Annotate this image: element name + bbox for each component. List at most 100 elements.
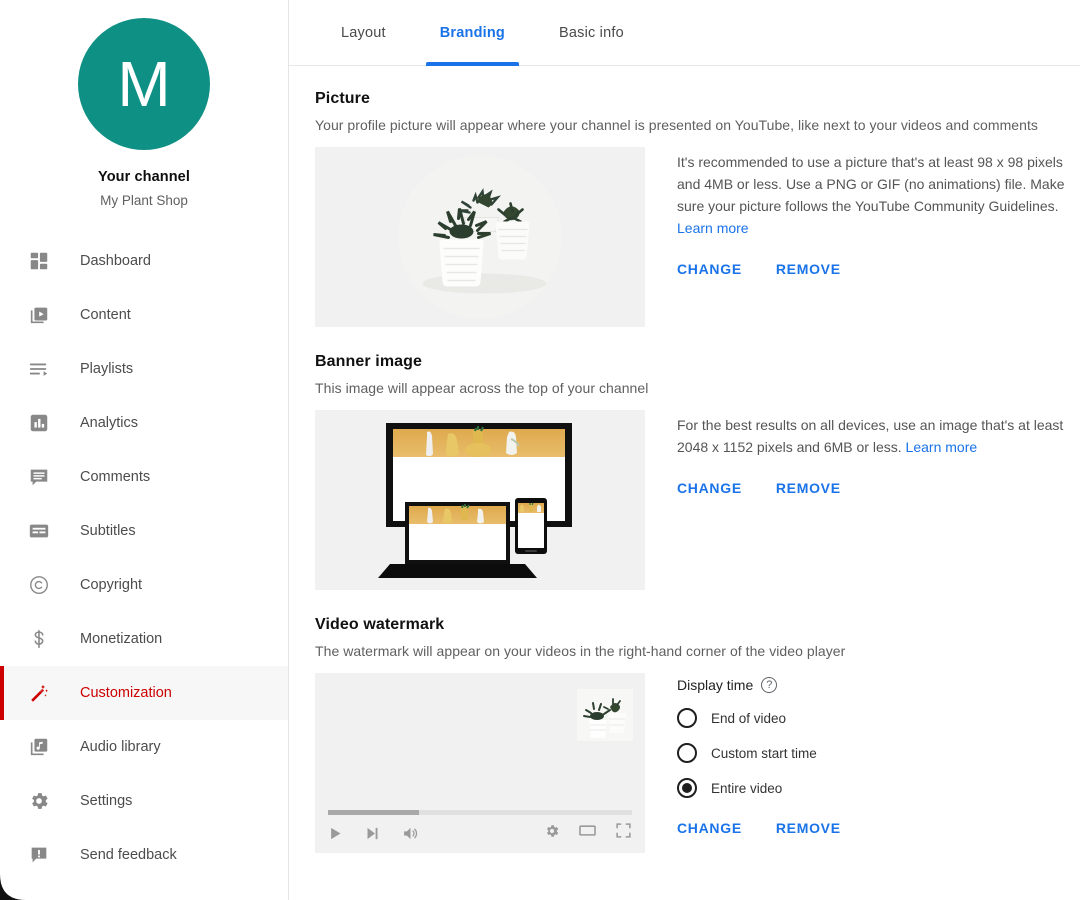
banner-title: Banner image: [315, 353, 423, 370]
banner-change-button[interactable]: CHANGE: [677, 480, 742, 496]
radio-button[interactable]: [677, 708, 697, 728]
watermark-preview[interactable]: [315, 673, 645, 853]
comments-icon: [26, 464, 52, 490]
sidebar-nav: Dashboard Content Playlists Analytics Co…: [0, 234, 288, 882]
gear-icon: [26, 788, 52, 814]
picture-learn-more-link[interactable]: Learn more: [677, 220, 749, 236]
picture-section: Picture Your profile picture will appear…: [315, 90, 1080, 327]
watermark-description: The watermark will appear on your videos…: [315, 643, 846, 659]
video-progress-bar[interactable]: [328, 810, 632, 815]
watermark-thumbnail: [577, 689, 633, 741]
sidebar-item-label: Settings: [80, 793, 133, 809]
watermark-remove-button[interactable]: REMOVE: [776, 820, 841, 836]
video-player-preview: [315, 673, 645, 853]
radio-end-of-video[interactable]: End of video: [677, 708, 1077, 728]
banner-device-mockup: [315, 410, 645, 590]
banner-side-panel: For the best results on all devices, use…: [677, 410, 1077, 496]
sidebar-item-label: Analytics: [80, 415, 139, 431]
video-controls: [328, 821, 632, 845]
sidebar-item-label: Audio library: [80, 739, 161, 755]
avatar[interactable]: M: [78, 18, 210, 150]
dashboard-icon: [26, 248, 52, 274]
picture-help-text: It's recommended to use a picture that's…: [677, 151, 1077, 239]
sidebar-item-dashboard[interactable]: Dashboard: [0, 234, 288, 288]
branding-panel: Picture Your profile picture will appear…: [289, 66, 1080, 853]
channel-title: Your channel: [98, 169, 190, 185]
banner-learn-more-link[interactable]: Learn more: [906, 439, 978, 455]
sidebar-item-analytics[interactable]: Analytics: [0, 396, 288, 450]
next-icon[interactable]: [365, 826, 380, 841]
sidebar-item-comments[interactable]: Comments: [0, 450, 288, 504]
radio-entire-video[interactable]: Entire video: [677, 778, 1077, 798]
picture-title: Picture: [315, 90, 370, 107]
youtube-studio-window: M Your channel My Plant Shop Dashboard C…: [0, 0, 1080, 900]
fullscreen-icon[interactable]: [615, 822, 632, 844]
banner-description: This image will appear across the top of…: [315, 380, 649, 396]
picture-side-panel: It's recommended to use a picture that's…: [677, 147, 1077, 277]
banner-remove-button[interactable]: REMOVE: [776, 480, 841, 496]
sidebar-item-customization[interactable]: Customization: [0, 666, 288, 720]
magic-wand-icon: [26, 680, 52, 706]
watermark-side-panel: Display time ? End of video Custom start…: [677, 673, 1077, 836]
subtitles-icon: [26, 518, 52, 544]
radio-button[interactable]: [677, 778, 697, 798]
sidebar-item-send-feedback[interactable]: Send feedback: [0, 828, 288, 882]
watermark-section: Video watermark The watermark will appea…: [315, 616, 1080, 853]
picture-help-body: It's recommended to use a picture that's…: [677, 154, 1065, 214]
tab-layout[interactable]: Layout: [327, 0, 400, 66]
dollar-icon: [26, 626, 52, 652]
radio-label: End of video: [711, 710, 787, 726]
copyright-icon: [26, 572, 52, 598]
main-content: Layout Branding Basic info Picture Your …: [289, 0, 1080, 900]
playlists-icon: [26, 356, 52, 382]
picture-change-button[interactable]: CHANGE: [677, 261, 742, 277]
content-icon: [26, 302, 52, 328]
picture-description: Your profile picture will appear where y…: [315, 117, 1038, 133]
sidebar-item-subtitles[interactable]: Subtitles: [0, 504, 288, 558]
sidebar-item-audio-library[interactable]: Audio library: [0, 720, 288, 774]
display-time-label: Display time: [677, 677, 754, 693]
sidebar: M Your channel My Plant Shop Dashboard C…: [0, 0, 289, 900]
banner-section: Banner image This image will appear acro…: [315, 353, 1080, 590]
radio-label: Custom start time: [711, 745, 817, 761]
channel-header: M Your channel My Plant Shop: [0, 0, 288, 208]
picture-remove-button[interactable]: REMOVE: [776, 261, 841, 277]
banner-help-body: For the best results on all devices, use…: [677, 417, 1064, 455]
audio-library-icon: [26, 734, 52, 760]
sidebar-item-label: Subtitles: [80, 523, 136, 539]
sidebar-item-label: Monetization: [80, 631, 163, 647]
profile-picture-thumbnail: [398, 155, 562, 319]
volume-icon[interactable]: [402, 825, 419, 842]
sidebar-item-content[interactable]: Content: [0, 288, 288, 342]
analytics-icon: [26, 410, 52, 436]
sidebar-item-label: Send feedback: [80, 847, 177, 863]
radio-label: Entire video: [711, 780, 783, 796]
sidebar-item-label: Copyright: [80, 577, 143, 593]
sidebar-item-copyright[interactable]: Copyright: [0, 558, 288, 612]
video-progress-fill: [328, 810, 420, 815]
sidebar-item-playlists[interactable]: Playlists: [0, 342, 288, 396]
sidebar-item-label: Dashboard: [80, 253, 151, 269]
theater-mode-icon[interactable]: [578, 821, 597, 845]
watermark-change-button[interactable]: CHANGE: [677, 820, 742, 836]
sidebar-item-label: Customization: [80, 685, 172, 701]
sidebar-item-settings[interactable]: Settings: [0, 774, 288, 828]
display-time-label-row: Display time ?: [677, 677, 1077, 693]
banner-help-text: For the best results on all devices, use…: [677, 414, 1077, 458]
sidebar-item-monetization[interactable]: Monetization: [0, 612, 288, 666]
tab-basic-info[interactable]: Basic info: [545, 0, 638, 66]
settings-gear-icon[interactable]: [544, 823, 560, 844]
radio-custom-start-time[interactable]: Custom start time: [677, 743, 1077, 763]
sidebar-item-label: Content: [80, 307, 131, 323]
help-icon[interactable]: ?: [761, 677, 778, 693]
tab-branding[interactable]: Branding: [425, 0, 520, 66]
watermark-title: Video watermark: [315, 616, 445, 633]
channel-name: My Plant Shop: [100, 193, 188, 208]
sidebar-item-label: Comments: [80, 469, 151, 485]
play-icon[interactable]: [328, 826, 343, 841]
sidebar-item-label: Playlists: [80, 361, 134, 377]
radio-button[interactable]: [677, 743, 697, 763]
banner-preview[interactable]: [315, 410, 645, 590]
picture-preview[interactable]: [315, 147, 645, 327]
tab-bar: Layout Branding Basic info: [289, 0, 1080, 66]
